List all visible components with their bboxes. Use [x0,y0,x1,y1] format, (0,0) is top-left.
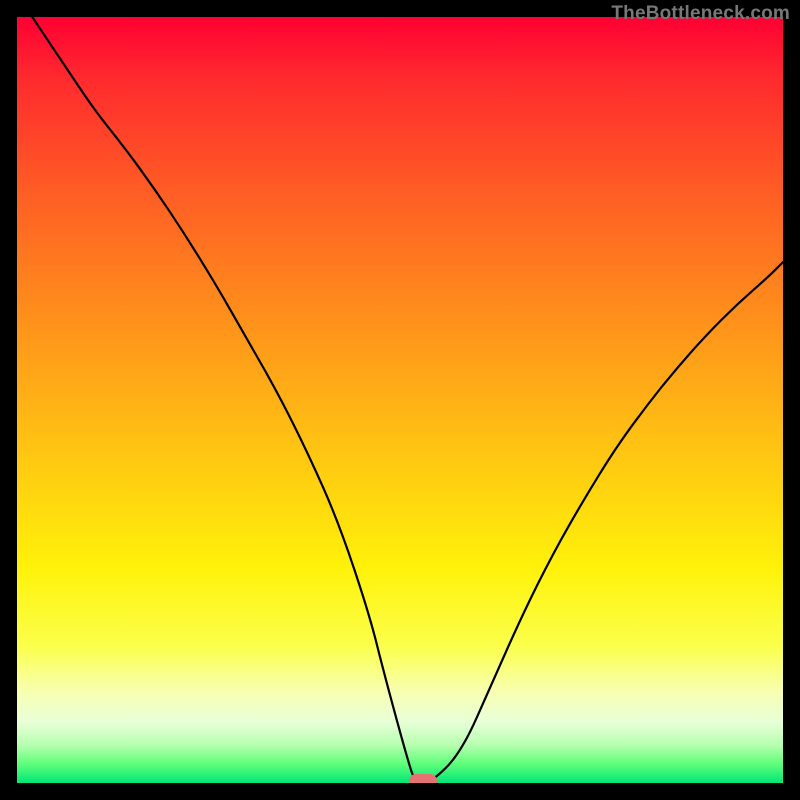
watermark-text: TheBottleneck.com [611,3,790,25]
plot-area [17,17,783,783]
bottleneck-curve [17,17,783,783]
optimal-marker [409,774,437,783]
chart-container: TheBottleneck.com [0,0,800,800]
